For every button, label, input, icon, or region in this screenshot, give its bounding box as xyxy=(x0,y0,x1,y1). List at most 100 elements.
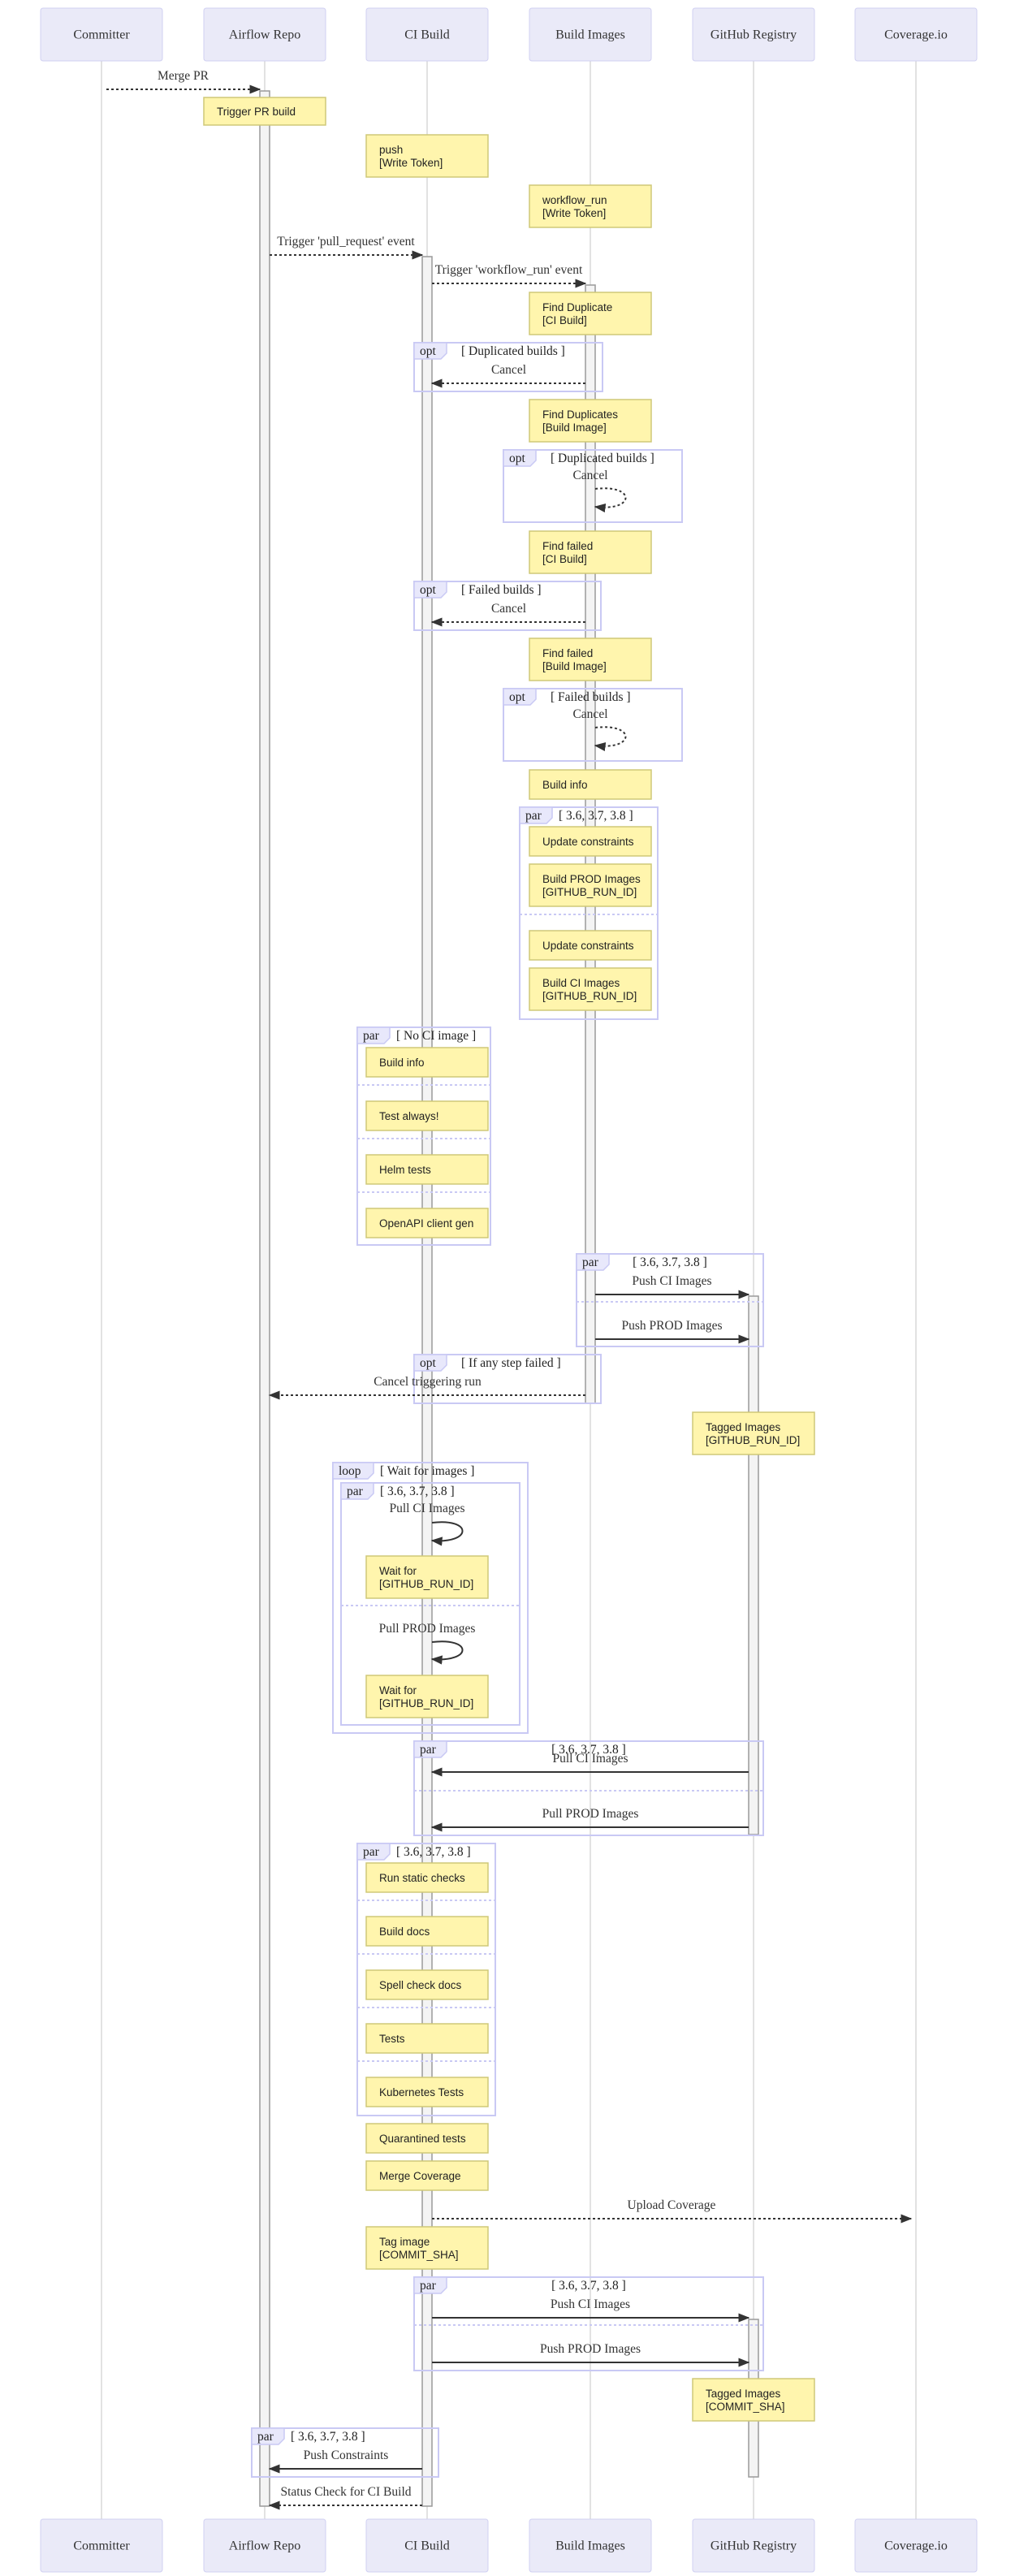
actor-registry-top: GitHub Registry xyxy=(692,7,815,62)
note-text: workflow_run xyxy=(542,194,607,206)
message: Push CI Images xyxy=(595,1274,750,1299)
actor-registry-bottom: GitHub Registry xyxy=(692,2518,815,2573)
frame-condition: [ 3.6, 3.7, 3.8 ] xyxy=(551,2279,626,2293)
note-text: Wait for xyxy=(379,1565,417,1577)
note-text: Trigger PR build xyxy=(217,106,296,118)
message-label: Merge PR xyxy=(158,69,209,83)
note-text: [CI Build] xyxy=(542,553,587,565)
message: Status Check for CI Build xyxy=(268,2485,422,2510)
frame-condition: [ 3.6, 3.7, 3.8 ] xyxy=(291,2430,365,2444)
note-box xyxy=(365,2226,489,2270)
actor-label: CI Build xyxy=(404,2539,450,2553)
note-text: [Build Image] xyxy=(542,660,607,672)
note-box xyxy=(365,1555,489,1599)
frame-condition: [ Failed builds ] xyxy=(551,690,631,704)
message-label: Cancel xyxy=(572,707,607,721)
note: Spell check docs xyxy=(365,1969,489,2000)
frame-par: par [ 3.6, 3.7, 3.8 ] xyxy=(413,2276,764,2371)
frame-condition: [ Duplicated builds ] xyxy=(461,344,565,358)
actor-ci-bottom: CI Build xyxy=(365,2518,489,2573)
message-label: Upload Coverage xyxy=(628,2198,716,2212)
message-label: Trigger 'workflow_run' event xyxy=(435,263,583,277)
actor-committer-bottom: Committer xyxy=(40,2518,163,2573)
actor-label: Coverage.io xyxy=(884,2539,948,2553)
frame-keyword: loop xyxy=(339,1464,361,1478)
actor-label: GitHub Registry xyxy=(710,28,797,42)
self-message-arrow xyxy=(430,1521,464,1546)
message-label: Push CI Images xyxy=(632,1274,711,1288)
note-text: Build docs xyxy=(379,1926,430,1938)
note-text: Helm tests xyxy=(379,1164,431,1176)
note-text: Build info xyxy=(542,779,588,791)
note: Update constraints xyxy=(529,826,652,857)
note: Tag image[COMMIT_SHA] xyxy=(365,2226,489,2270)
actor-images-top: Build Images xyxy=(529,7,652,62)
note-text: push xyxy=(379,144,403,156)
frame-keyword: par xyxy=(420,2279,437,2293)
note-text: Tag image xyxy=(379,2236,430,2248)
message: Merge PR xyxy=(106,69,261,94)
note-text: [GITHUB_RUN_ID] xyxy=(706,1434,800,1446)
note-box xyxy=(692,1411,815,1455)
message: Cancel xyxy=(430,363,585,388)
message-label: Push PROD Images xyxy=(621,1319,722,1333)
message: Trigger 'pull_request' event xyxy=(270,235,424,260)
message-label: Pull PROD Images xyxy=(542,1807,639,1821)
note: Build docs xyxy=(365,1916,489,1947)
note: Find failed[CI Build] xyxy=(529,530,652,574)
note-text: Tagged Images xyxy=(706,1421,781,1433)
note-text: [GITHUB_RUN_ID] xyxy=(542,990,637,1002)
self-message: Cancel xyxy=(572,469,627,513)
note: Build CI Images[GITHUB_RUN_ID] xyxy=(529,967,652,1011)
note-text: [COMMIT_SHA] xyxy=(706,2401,785,2413)
note-text: Tests xyxy=(379,2033,405,2045)
message-label: Pull PROD Images xyxy=(379,1622,476,1636)
note-text: [GITHUB_RUN_ID] xyxy=(379,1578,473,1590)
frame-condition: [ Failed builds ] xyxy=(461,583,542,597)
frame-keyword: opt xyxy=(509,690,526,704)
message-label: Trigger 'pull_request' event xyxy=(277,235,415,249)
note: Run static checks xyxy=(365,1862,489,1893)
note: Tagged Images[GITHUB_RUN_ID] xyxy=(692,1411,815,1455)
note: Kubernetes Tests xyxy=(365,2077,489,2107)
self-message: Cancel xyxy=(572,707,627,752)
message-label: Push CI Images xyxy=(551,2297,630,2311)
self-message-arrow xyxy=(430,1640,464,1665)
frame-condition: [ If any step failed ] xyxy=(461,1356,561,1370)
message-label: Pull CI Images xyxy=(390,1502,465,1515)
note: workflow_run[Write Token] xyxy=(529,184,652,228)
self-message-arrow xyxy=(594,487,627,513)
actor-label: GitHub Registry xyxy=(710,2539,797,2553)
message-label: Cancel triggering run xyxy=(374,1375,482,1389)
frame-keyword: par xyxy=(525,809,542,823)
actor-label: Airflow Repo xyxy=(229,2539,300,2553)
note-box xyxy=(529,863,652,907)
message-label: Status Check for CI Build xyxy=(280,2485,411,2499)
frame-keyword: par xyxy=(363,1029,380,1043)
note-text: Spell check docs xyxy=(379,1979,462,1991)
note-text: Kubernetes Tests xyxy=(379,2086,464,2098)
note-text: Find Duplicate xyxy=(542,301,612,313)
note: Helm tests xyxy=(365,1154,489,1185)
message-label: Pull CI Images xyxy=(553,1752,628,1766)
note-text: OpenAPI client gen xyxy=(379,1217,473,1230)
note-text: Tagged Images xyxy=(706,2388,781,2400)
actor-label: Coverage.io xyxy=(884,28,948,42)
note-box xyxy=(529,292,652,335)
note: Find Duplicates[Build Image] xyxy=(529,399,652,443)
note: Build PROD Images[GITHUB_RUN_ID] xyxy=(529,863,652,907)
note: Wait for[GITHUB_RUN_ID] xyxy=(365,1555,489,1599)
actor-images-bottom: Build Images xyxy=(529,2518,652,2573)
actor-coverage-top: Coverage.io xyxy=(854,7,978,62)
note: OpenAPI client gen xyxy=(365,1208,489,1238)
note-box xyxy=(529,399,652,443)
message: Cancel xyxy=(430,602,585,627)
note-box xyxy=(365,1675,489,1718)
frame-keyword: par xyxy=(363,1845,380,1859)
actor-ci-top: CI Build xyxy=(365,7,489,62)
note-text: Find failed xyxy=(542,540,593,552)
frame-condition: [ 3.6, 3.7, 3.8 ] xyxy=(633,1256,707,1269)
note-text: Build CI Images xyxy=(542,977,620,989)
frame-keyword: opt xyxy=(420,344,437,358)
actor-coverage-bottom: Coverage.io xyxy=(854,2518,978,2573)
